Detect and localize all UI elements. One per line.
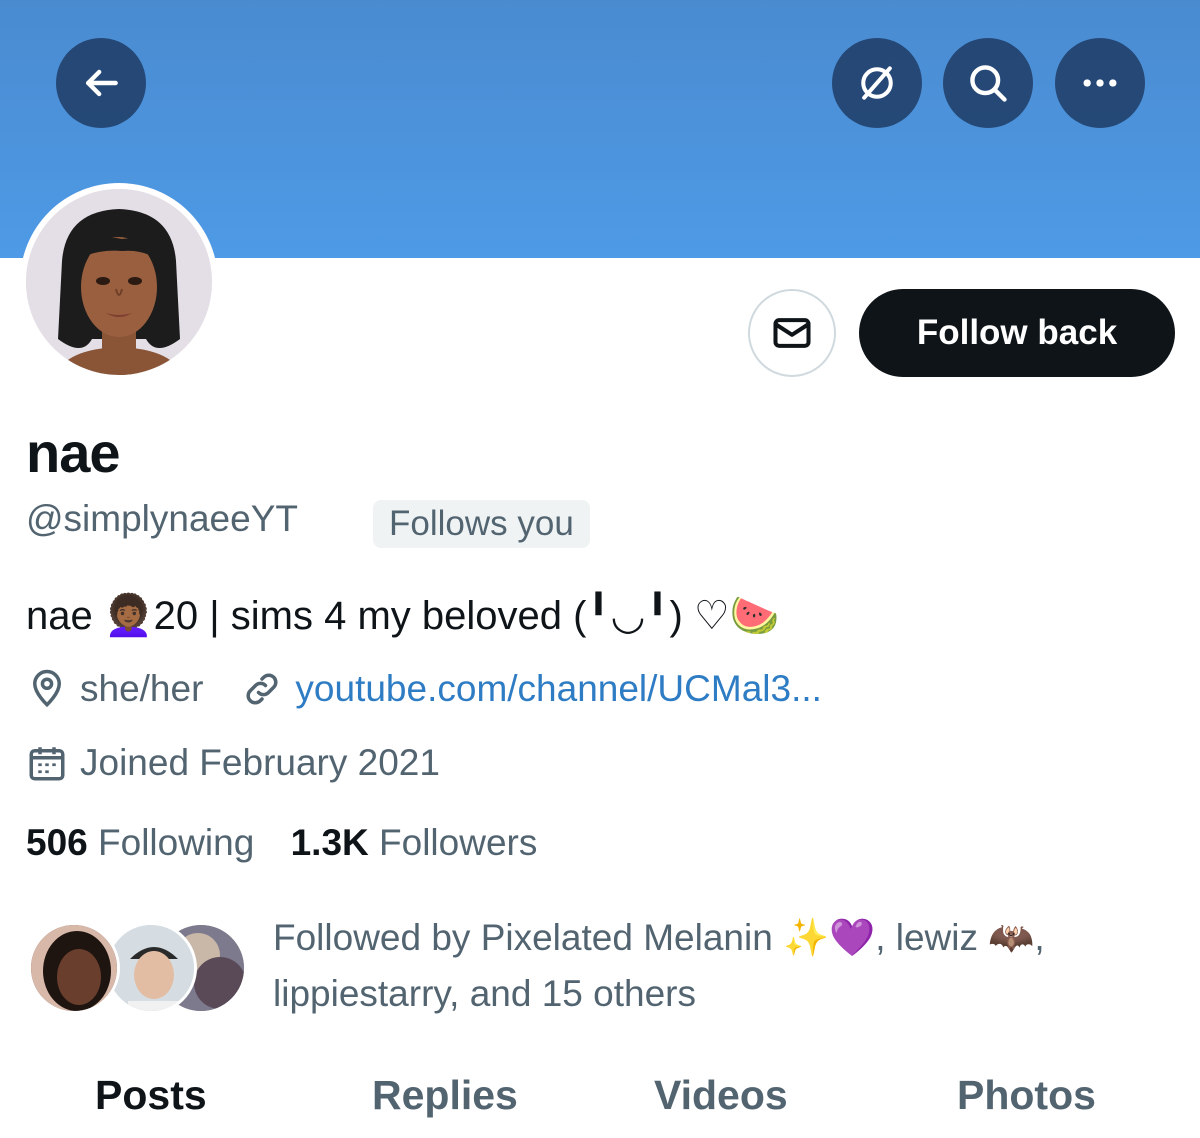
tab-videos[interactable]: Videos bbox=[654, 1072, 788, 1119]
followers-count: 1.3K bbox=[290, 822, 369, 863]
joined-text: Joined February 2021 bbox=[80, 742, 440, 783]
message-button[interactable] bbox=[748, 289, 836, 377]
bio: nae 👩🏾‍🦱20 | sims 4 my beloved (╹◡╹) ♡🍉 bbox=[26, 594, 780, 638]
tab-photos[interactable]: Photos bbox=[957, 1072, 1096, 1119]
search-button[interactable] bbox=[943, 38, 1033, 128]
joined-row: Joined February 2021 bbox=[26, 742, 440, 784]
followers-label: Followers bbox=[379, 822, 538, 863]
follows-you-badge: Follows you bbox=[373, 500, 590, 548]
username-handle: @simplynaeeYT bbox=[26, 498, 298, 539]
envelope-icon bbox=[773, 318, 811, 348]
followers-link[interactable]: 1.3K Followers bbox=[291, 822, 538, 863]
search-icon bbox=[970, 65, 1007, 102]
more-options-button[interactable] bbox=[1055, 38, 1145, 128]
follow-back-button[interactable]: Follow back bbox=[859, 289, 1175, 377]
slashed-circle-icon bbox=[861, 66, 893, 100]
avatar[interactable] bbox=[26, 189, 212, 375]
website-link[interactable]: youtube.com/channel/UCMal3... bbox=[295, 668, 822, 710]
back-button[interactable] bbox=[56, 38, 146, 128]
link-icon bbox=[246, 673, 278, 705]
follower-avatar[interactable] bbox=[28, 922, 120, 1014]
calendar-icon bbox=[29, 747, 65, 781]
following-count: 506 bbox=[26, 822, 88, 863]
tab-replies[interactable]: Replies bbox=[372, 1072, 518, 1119]
display-name: nae bbox=[26, 421, 120, 484]
following-link[interactable]: 506 Following bbox=[26, 822, 254, 863]
incognito-button[interactable] bbox=[832, 38, 922, 128]
location-pin-icon bbox=[32, 669, 62, 708]
location-row: she/her youtube.com/channel/UCMal3... bbox=[26, 668, 822, 710]
following-label: Following bbox=[98, 822, 255, 863]
tab-posts[interactable]: Posts bbox=[95, 1072, 207, 1119]
more-dots-icon bbox=[1083, 79, 1117, 87]
followed-by-text[interactable]: Followed by Pixelated Melanin ✨💜, lewiz … bbox=[273, 910, 1153, 1022]
location-text: she/her bbox=[80, 668, 204, 709]
back-arrow-icon bbox=[85, 69, 118, 97]
follow-stats: 506 Following 1.3K Followers bbox=[26, 822, 537, 864]
